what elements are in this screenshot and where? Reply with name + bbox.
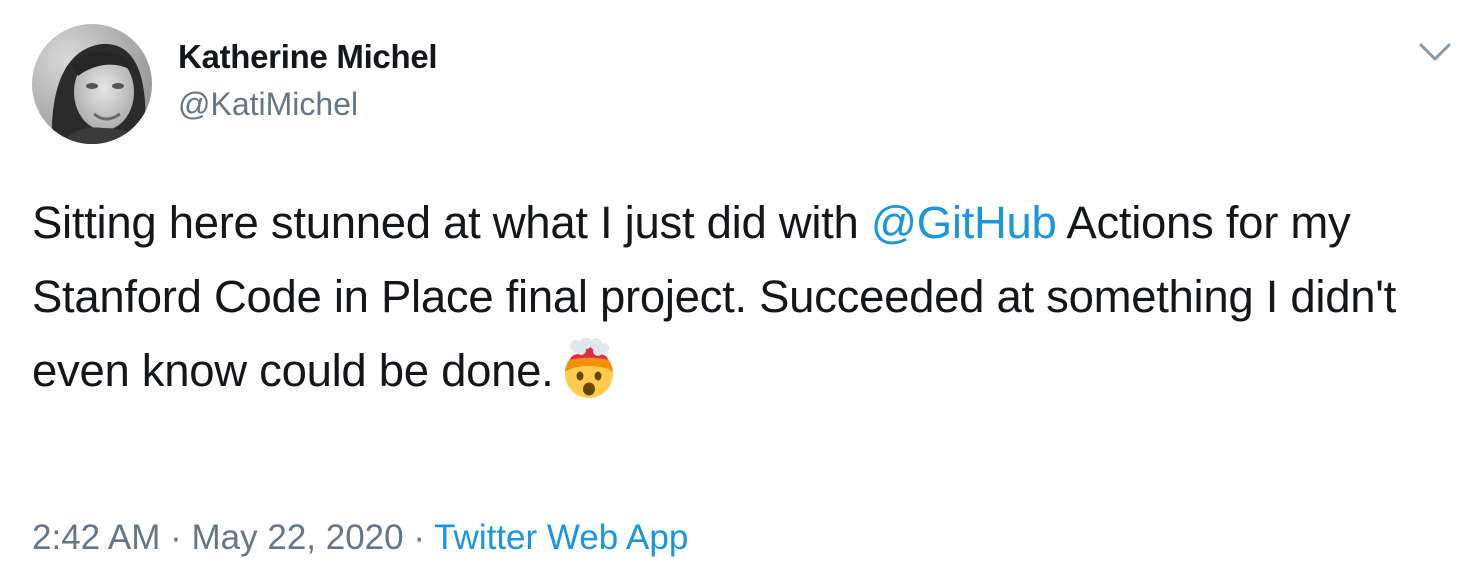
- tweet-source-link[interactable]: Twitter Web App: [434, 518, 688, 557]
- tweet-date[interactable]: May 22, 2020: [192, 518, 404, 557]
- avatar-image: [32, 24, 152, 144]
- exploding-head-emoji-icon: [560, 337, 618, 400]
- meta-separator: ·: [160, 518, 192, 557]
- mention-link[interactable]: @GitHub: [871, 197, 1057, 248]
- chevron-down-icon[interactable]: [1418, 40, 1452, 64]
- meta-separator: ·: [403, 518, 435, 557]
- tweet-text: Sitting here stunned at what I just did …: [32, 186, 1452, 408]
- tweet-card: Katherine Michel @KatiMichel Sitting her…: [0, 0, 1480, 583]
- tweet-time[interactable]: 2:42 AM: [32, 518, 160, 557]
- tweet-text-part-1: Sitting here stunned at what I just did …: [32, 197, 871, 248]
- author-handle[interactable]: @KatiMichel: [178, 86, 358, 123]
- author-name[interactable]: Katherine Michel: [178, 38, 438, 76]
- tweet-metadata: 2:42 AM · May 22, 2020 · Twitter Web App: [32, 518, 688, 558]
- avatar[interactable]: [32, 24, 152, 144]
